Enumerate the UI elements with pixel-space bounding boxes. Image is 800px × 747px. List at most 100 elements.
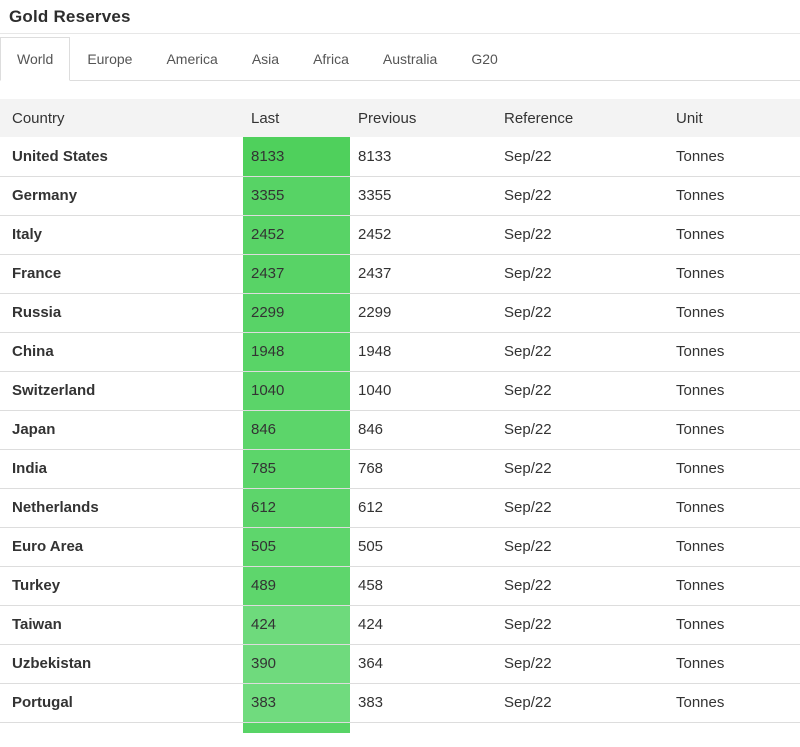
tab-europe[interactable]: Europe	[70, 37, 149, 81]
previous-cell: 505	[350, 527, 496, 567]
reference-cell: Sep/22	[496, 332, 668, 372]
column-header-country: Country	[12, 109, 65, 127]
table-row: France 2437 2437 Sep/22 Tonnes	[0, 254, 800, 294]
tab-world[interactable]: World	[0, 37, 71, 81]
table-row: Taiwan 424 424 Sep/22 Tonnes	[0, 605, 800, 645]
column-header-previous: Previous	[358, 109, 417, 127]
reference-cell: Sep/22	[496, 410, 668, 450]
table-row-partial	[0, 722, 800, 733]
title-bar: Gold Reserves	[0, 0, 800, 34]
unit-cell: Tonnes	[668, 488, 800, 528]
unit-cell: Tonnes	[668, 449, 800, 489]
country-cell[interactable]: Turkey	[0, 566, 243, 606]
previous-cell: 612	[350, 488, 496, 528]
unit-cell: Tonnes	[668, 176, 800, 216]
unit-cell: Tonnes	[668, 371, 800, 411]
previous-cell: 424	[350, 605, 496, 645]
unit-cell: Tonnes	[668, 293, 800, 333]
last-cell: 1948	[243, 332, 350, 372]
last-cell: 383	[243, 683, 350, 723]
table-wrap: Country Last Previous Reference Unit Uni…	[0, 99, 800, 733]
previous-cell: 1948	[350, 332, 496, 372]
column-header-unit: Unit	[676, 109, 703, 127]
unit-cell: Tonnes	[668, 527, 800, 567]
country-cell[interactable]: Portugal	[0, 683, 243, 723]
unit-cell: Tonnes	[668, 137, 800, 177]
cell	[0, 722, 243, 733]
country-cell[interactable]: Switzerland	[0, 371, 243, 411]
country-cell[interactable]: Taiwan	[0, 605, 243, 645]
table-row: United States 8133 8133 Sep/22 Tonnes	[0, 137, 800, 177]
country-cell[interactable]: United States	[0, 137, 243, 177]
country-cell[interactable]: Netherlands	[0, 488, 243, 528]
country-cell[interactable]: China	[0, 332, 243, 372]
previous-cell: 8133	[350, 137, 496, 177]
column-header-reference: Reference	[504, 109, 574, 127]
table-row: Italy 2452 2452 Sep/22 Tonnes	[0, 215, 800, 255]
reference-cell: Sep/22	[496, 176, 668, 216]
reference-cell: Sep/22	[496, 137, 668, 177]
last-cell: 2299	[243, 293, 350, 333]
table-row: Germany 3355 3355 Sep/22 Tonnes	[0, 176, 800, 216]
last-cell: 424	[243, 605, 350, 645]
country-cell[interactable]: India	[0, 449, 243, 489]
unit-cell: Tonnes	[668, 410, 800, 450]
reference-cell: Sep/22	[496, 605, 668, 645]
table-row: Netherlands 612 612 Sep/22 Tonnes	[0, 488, 800, 528]
unit-cell: Tonnes	[668, 254, 800, 294]
previous-cell: 1040	[350, 371, 496, 411]
unit-cell: Tonnes	[668, 605, 800, 645]
tab-africa[interactable]: Africa	[296, 37, 366, 81]
tab-america[interactable]: America	[149, 37, 234, 81]
unit-cell: Tonnes	[668, 215, 800, 255]
last-cell: 785	[243, 449, 350, 489]
previous-cell: 2437	[350, 254, 496, 294]
previous-cell: 383	[350, 683, 496, 723]
last-cell: 505	[243, 527, 350, 567]
last-cell: 2437	[243, 254, 350, 294]
table-header: Country Last Previous Reference Unit	[0, 99, 800, 137]
unit-cell: Tonnes	[668, 683, 800, 723]
unit-cell: Tonnes	[668, 566, 800, 606]
reference-cell: Sep/22	[496, 449, 668, 489]
table-row: Turkey 489 458 Sep/22 Tonnes	[0, 566, 800, 606]
table-row: China 1948 1948 Sep/22 Tonnes	[0, 332, 800, 372]
country-cell[interactable]: Uzbekistan	[0, 644, 243, 684]
reference-cell: Sep/22	[496, 215, 668, 255]
last-cell: 612	[243, 488, 350, 528]
gold-reserves-table: Country Last Previous Reference Unit Uni…	[0, 99, 800, 733]
last-cell	[243, 722, 350, 733]
country-cell[interactable]: France	[0, 254, 243, 294]
reference-cell: Sep/22	[496, 683, 668, 723]
country-cell[interactable]: Russia	[0, 293, 243, 333]
cell	[668, 722, 800, 733]
table-row: Russia 2299 2299 Sep/22 Tonnes	[0, 293, 800, 333]
reference-cell: Sep/22	[496, 293, 668, 333]
country-cell[interactable]: Italy	[0, 215, 243, 255]
reference-cell: Sep/22	[496, 566, 668, 606]
previous-cell: 364	[350, 644, 496, 684]
last-cell: 8133	[243, 137, 350, 177]
country-cell[interactable]: Germany	[0, 176, 243, 216]
reference-cell: Sep/22	[496, 527, 668, 567]
tab-bar: World Europe America Asia Africa Austral…	[0, 37, 800, 81]
gold-reserves-page: Gold Reserves World Europe America Asia …	[0, 0, 800, 747]
last-cell: 1040	[243, 371, 350, 411]
table-row: Japan 846 846 Sep/22 Tonnes	[0, 410, 800, 450]
previous-cell: 458	[350, 566, 496, 606]
page-title: Gold Reserves	[9, 6, 131, 26]
table-row: India 785 768 Sep/22 Tonnes	[0, 449, 800, 489]
reference-cell: Sep/22	[496, 254, 668, 294]
country-cell[interactable]: Japan	[0, 410, 243, 450]
country-cell[interactable]: Euro Area	[0, 527, 243, 567]
previous-cell: 2299	[350, 293, 496, 333]
unit-cell: Tonnes	[668, 644, 800, 684]
previous-cell: 2452	[350, 215, 496, 255]
table-row: Portugal 383 383 Sep/22 Tonnes	[0, 683, 800, 723]
tab-australia[interactable]: Australia	[366, 37, 454, 81]
tab-g20[interactable]: G20	[454, 37, 514, 81]
last-cell: 846	[243, 410, 350, 450]
tab-asia[interactable]: Asia	[235, 37, 296, 81]
last-cell: 390	[243, 644, 350, 684]
previous-cell: 3355	[350, 176, 496, 216]
